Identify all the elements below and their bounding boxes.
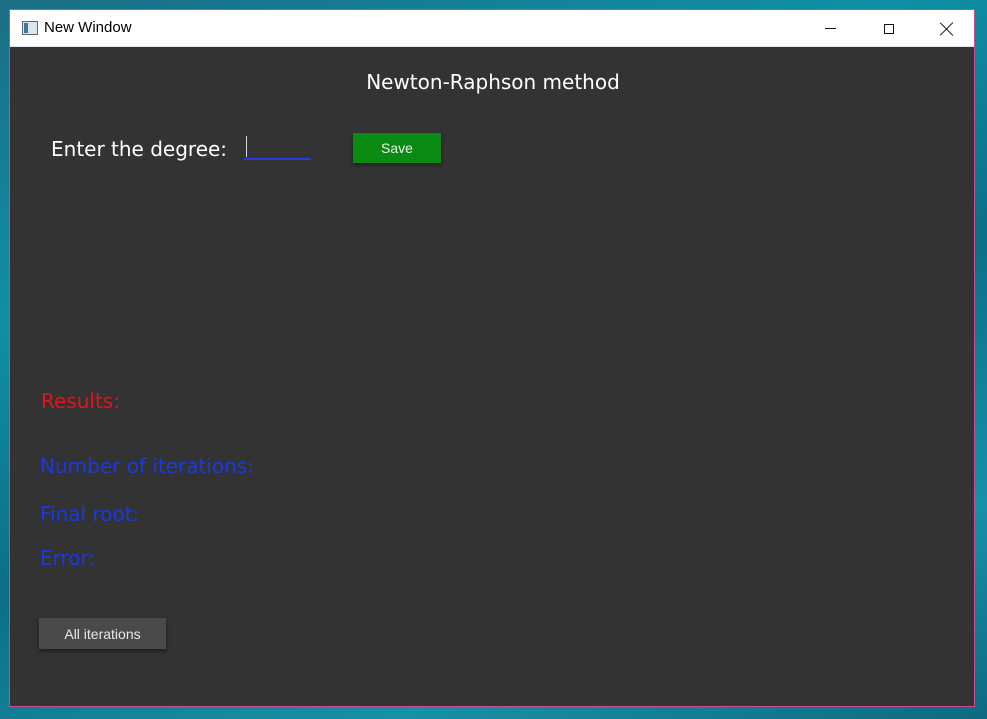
final-root-label: Final root:	[40, 502, 140, 526]
maximize-icon	[884, 23, 894, 34]
error-label: Error:	[40, 546, 96, 570]
maximize-button[interactable]	[866, 10, 912, 47]
degree-input[interactable]	[244, 134, 311, 160]
all-iterations-button[interactable]: All iterations	[39, 618, 166, 649]
results-label: Results:	[41, 389, 120, 413]
close-button[interactable]	[924, 10, 970, 47]
title-bar[interactable]: New Window	[10, 10, 974, 47]
app-icon	[22, 21, 38, 35]
close-icon	[940, 22, 954, 36]
page-title: Newton-Raphson method	[366, 70, 620, 94]
minimize-icon	[824, 28, 836, 29]
window-title: New Window	[44, 19, 132, 36]
iterations-label: Number of iterations:	[40, 454, 254, 478]
minimize-button[interactable]	[807, 10, 853, 47]
save-button[interactable]: Save	[353, 133, 441, 163]
degree-label: Enter the degree:	[51, 137, 228, 161]
text-caret	[246, 136, 247, 157]
app-window: New Window Newton-Raphson method Enter t…	[9, 9, 975, 707]
